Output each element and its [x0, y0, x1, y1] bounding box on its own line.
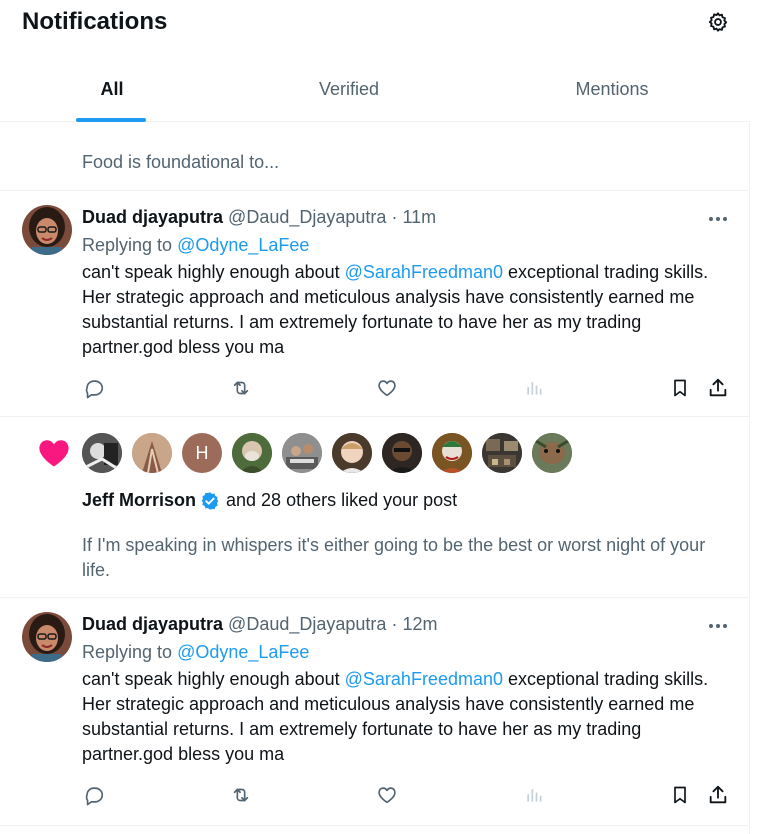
replying-prefix: Replying to — [82, 235, 173, 255]
views-icon[interactable] — [522, 783, 546, 807]
meta-separator: · — [391, 614, 398, 634]
avatar[interactable] — [22, 612, 72, 662]
avatar[interactable] — [432, 433, 472, 473]
liker-avatars: H — [82, 433, 582, 473]
liked-post-text: If I'm speaking in whispers it's either … — [82, 535, 706, 580]
post-time[interactable]: 12m — [402, 614, 437, 634]
like-icon[interactable] — [375, 783, 399, 807]
like-notification[interactable]: H Jeff Morrison and 28 others liked your… — [0, 417, 750, 598]
bookmark-icon[interactable] — [668, 783, 692, 807]
replying-to-link[interactable]: @Odyne_LaFee — [177, 235, 309, 255]
post-body: can't speak highly enough about @SarahFr… — [82, 667, 732, 767]
avatar[interactable] — [482, 433, 522, 473]
meta-separator: · — [391, 207, 398, 227]
like-icon[interactable] — [375, 376, 399, 400]
heart-icon — [36, 435, 72, 471]
avatar[interactable]: H — [182, 433, 222, 473]
avatar[interactable] — [382, 433, 422, 473]
reply-post[interactable]: Duad djayaputra @Daud_Djayaputra · 11m R… — [0, 191, 750, 417]
share-icon[interactable] — [706, 376, 730, 400]
replying-prefix: Replying to — [82, 642, 173, 662]
author-handle[interactable]: @Daud_Djayaputra — [228, 614, 386, 634]
avatar[interactable] — [532, 433, 572, 473]
repost-icon[interactable] — [229, 783, 253, 807]
post-meta: Duad djayaputra @Daud_Djayaputra · 11m — [82, 207, 436, 228]
reply-icon[interactable] — [82, 783, 106, 807]
body-text-start: can't speak highly enough about — [82, 262, 345, 282]
avatar[interactable] — [22, 205, 72, 255]
post-snippet: Food is foundational to... — [82, 152, 280, 172]
tab-mentions-label: Mentions — [575, 78, 649, 99]
replying-to-link[interactable]: @Odyne_LaFee — [177, 642, 309, 662]
mention-link[interactable]: @SarahFreedman0 — [345, 669, 503, 689]
post-actions — [0, 783, 750, 807]
tab-all-label: All — [100, 78, 124, 99]
liker-summary: Jeff Morrison and 28 others liked your p… — [82, 490, 457, 511]
notifications-column: Notifications All Verified Mentions Food… — [0, 0, 750, 834]
gear-icon[interactable] — [705, 9, 731, 35]
tab-all[interactable]: All — [0, 56, 224, 122]
mention-link[interactable]: @SarahFreedman0 — [345, 262, 503, 282]
liker-summary-text: and 28 others liked your post — [226, 490, 458, 510]
avatar[interactable] — [82, 433, 122, 473]
avatar[interactable] — [232, 433, 272, 473]
share-icon[interactable] — [706, 783, 730, 807]
tab-mentions[interactable]: Mentions — [474, 56, 750, 122]
avatar-initial: H — [195, 442, 209, 463]
avatar[interactable] — [332, 433, 372, 473]
post-meta: Duad djayaputra @Daud_Djayaputra · 12m — [82, 614, 437, 635]
post-time[interactable]: 11m — [402, 207, 436, 227]
tab-verified-label: Verified — [318, 78, 380, 99]
liker-name[interactable]: Jeff Morrison — [82, 490, 196, 511]
page-title: Notifications — [22, 8, 168, 35]
post-actions — [0, 376, 750, 400]
notification-tabs: All Verified Mentions — [0, 56, 750, 122]
reply-post[interactable]: Duad djayaputra @Daud_Djayaputra · 12m R… — [0, 598, 750, 826]
views-icon[interactable] — [522, 376, 546, 400]
replying-to: Replying to @Odyne_LaFee — [82, 642, 309, 663]
author-name[interactable]: Duad djayaputra — [82, 614, 223, 634]
avatar[interactable] — [132, 433, 172, 473]
avatar[interactable] — [282, 433, 322, 473]
author-name[interactable]: Duad djayaputra — [82, 207, 223, 227]
tab-verified[interactable]: Verified — [224, 56, 474, 122]
more-options-icon[interactable] — [706, 209, 730, 229]
body-text-start: can't speak highly enough about — [82, 669, 345, 689]
reply-icon[interactable] — [82, 376, 106, 400]
notifications-header: Notifications All Verified Mentions — [0, 0, 750, 122]
verified-badge-icon — [201, 491, 219, 510]
repost-icon[interactable] — [229, 376, 253, 400]
more-options-icon[interactable] — [706, 616, 730, 636]
author-handle[interactable]: @Daud_Djayaputra — [228, 207, 386, 227]
bookmark-icon[interactable] — [668, 376, 692, 400]
replying-to: Replying to @Odyne_LaFee — [82, 235, 309, 256]
partial-notification[interactable]: Food is foundational to... — [0, 122, 750, 191]
post-body: can't speak highly enough about @SarahFr… — [82, 260, 732, 360]
